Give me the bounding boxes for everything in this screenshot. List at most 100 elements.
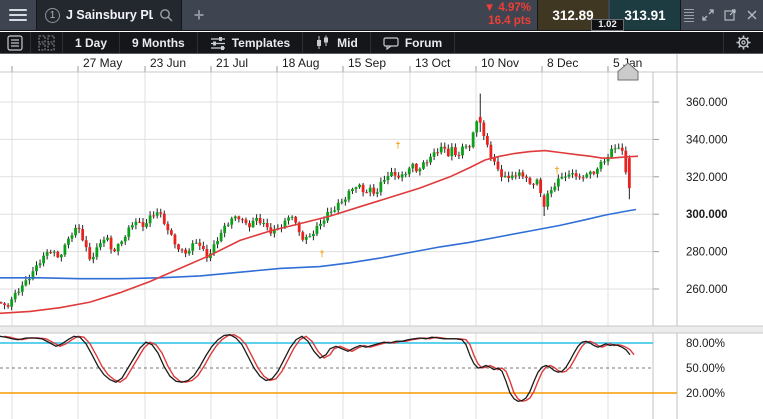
candle-down [110, 238, 113, 250]
candle-up [589, 172, 592, 175]
candle-up [518, 172, 521, 175]
candle-down [266, 223, 269, 227]
candle-up [390, 172, 393, 176]
popout-button[interactable] [719, 0, 741, 30]
list-icon [7, 35, 23, 51]
price-axis-label: 360.000 [686, 97, 728, 109]
candle-up [305, 237, 308, 240]
candle-up [21, 285, 24, 291]
candle-up [600, 162, 603, 169]
candle-up [10, 299, 13, 306]
candle-up [429, 157, 432, 163]
candle-down [482, 123, 485, 136]
candle-up [411, 164, 414, 169]
candle-up [255, 218, 258, 221]
candle-down [468, 146, 471, 147]
candle-up [71, 235, 74, 238]
stochastic-axis-label: 50.00% [686, 363, 725, 375]
candle-up [323, 221, 326, 224]
price-change: ▼ 4.97% 16.4 pts [484, 0, 537, 30]
candle-down [248, 223, 251, 227]
candle-up [39, 263, 42, 265]
top-bar: 1 J Sainsbury PLC + ▼ 4.97% 16.4 pts 312… [0, 0, 763, 31]
candle-up [585, 174, 588, 177]
grip-icon[interactable] [681, 0, 697, 30]
candle-up [234, 216, 237, 218]
search-icon[interactable] [159, 8, 173, 22]
gear-icon [736, 35, 751, 50]
instrument-tab[interactable]: 1 J Sainsbury PLC [36, 0, 182, 30]
candle-down [365, 192, 368, 193]
forum-button[interactable]: Forum [371, 32, 455, 53]
range-label: 9 Months [132, 36, 185, 50]
instrument-title: J Sainsbury PLC [66, 8, 153, 22]
candle-up [312, 234, 315, 236]
candle-down [362, 185, 365, 192]
candle-up [401, 174, 404, 177]
candle-down [628, 158, 631, 188]
candle-up [74, 228, 77, 235]
candle-down [436, 152, 439, 153]
candle-up [230, 218, 233, 224]
candle-up [383, 180, 386, 182]
layout-grid-button[interactable] [31, 32, 63, 53]
candle-up [99, 243, 102, 247]
close-button[interactable] [741, 0, 763, 30]
candle-up [557, 179, 560, 187]
candle-up [564, 177, 567, 178]
candle-down [294, 217, 297, 223]
candle-down [7, 305, 10, 307]
candle-down [3, 303, 6, 305]
candle-up [191, 243, 194, 251]
candle-up [369, 188, 372, 193]
candle-up [337, 203, 340, 210]
candle-up [440, 147, 443, 153]
chart-style-mid-button[interactable]: Mid [303, 32, 371, 53]
date-axis-label: 13 Oct [415, 56, 451, 70]
date-axis-label: 8 Dec [547, 56, 578, 70]
speech-bubble-icon [383, 36, 399, 50]
candle-down [184, 250, 187, 254]
candle-up [610, 149, 613, 157]
range-button[interactable]: 9 Months [120, 32, 198, 53]
candle-down [543, 196, 546, 207]
templates-button[interactable]: Templates [198, 32, 303, 53]
candle-up [28, 279, 31, 280]
panel-splitter[interactable] [0, 326, 763, 333]
candle-up [376, 192, 379, 194]
date-axis-label: 10 Nov [481, 56, 519, 70]
tab-number-badge: 1 [45, 8, 60, 23]
chart-settings-button[interactable] [723, 32, 763, 53]
candle-down [514, 176, 517, 177]
candle-up [450, 147, 453, 156]
chart-list-button[interactable] [0, 32, 31, 53]
candle-up [149, 215, 152, 223]
candle-down [174, 235, 177, 245]
add-tab-button[interactable]: + [182, 0, 216, 30]
chart-background [0, 54, 763, 419]
candle-up [511, 176, 514, 179]
candle-up [64, 245, 67, 255]
candle-down [490, 145, 493, 158]
candlestick-icon [315, 35, 331, 50]
price-axis-label: 340.000 [686, 134, 728, 146]
candle-up [227, 225, 230, 226]
candle-up [24, 280, 27, 285]
candle-down [529, 178, 532, 184]
candle-up [291, 217, 294, 218]
chart-toolbar: 1 Day 9 Months Templates Mid [0, 32, 763, 54]
period-button[interactable]: 1 Day [63, 32, 120, 53]
candle-up [379, 182, 382, 193]
candle-up [596, 169, 599, 174]
date-axis-label: 15 Sep [348, 56, 386, 70]
candle-down [575, 173, 578, 176]
candle-down [56, 252, 59, 258]
candle-down [159, 212, 162, 213]
candle-down [532, 184, 535, 185]
main-menu-button[interactable] [0, 0, 36, 30]
price-chart-canvas[interactable]: 27 May23 Jun21 Jul18 Aug15 Sep13 Oct10 N… [0, 54, 763, 419]
candle-down [578, 177, 581, 178]
candle-down [415, 164, 418, 171]
dividend-marker-icon: † [395, 140, 400, 150]
expand-button[interactable] [697, 0, 719, 30]
